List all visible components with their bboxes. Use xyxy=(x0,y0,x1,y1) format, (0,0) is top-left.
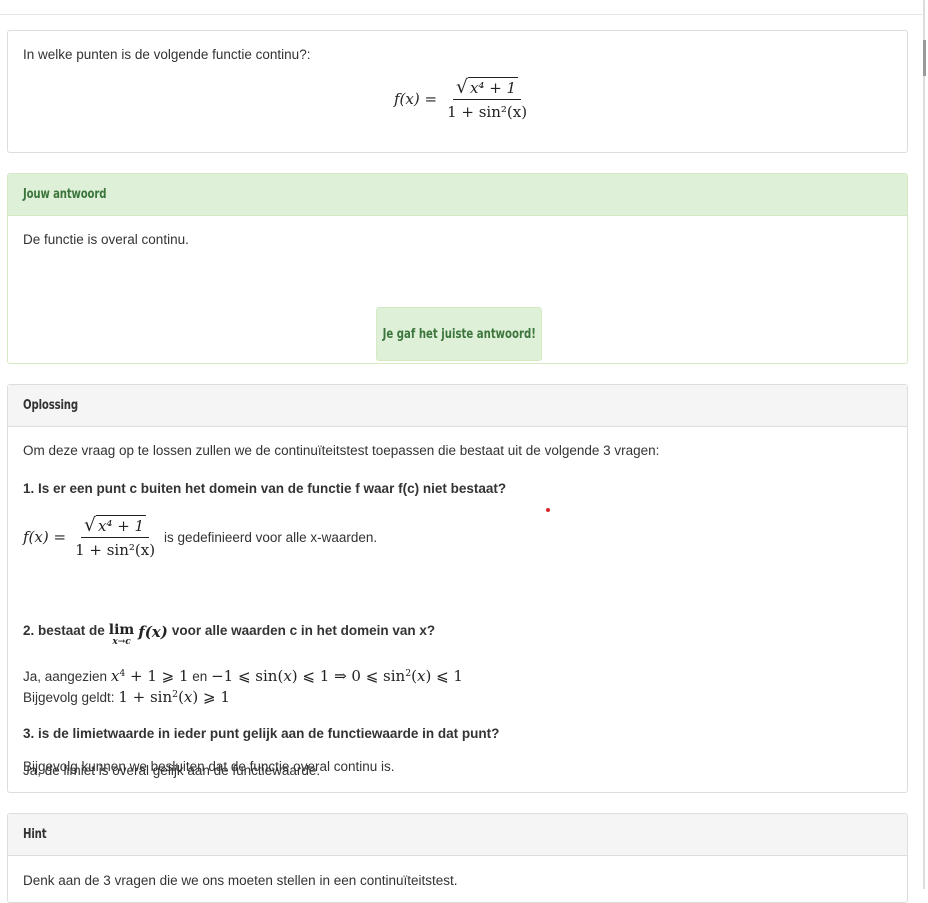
formula-lhs: f(x) = xyxy=(394,90,438,109)
solution-formula-denominator: 1 + sin²(x) xyxy=(75,541,156,560)
solution-question-3: 3. is de limietwaarde in ieder punt geli… xyxy=(23,726,500,741)
solution-question-2: 2. bestaat de lim x→c f(x) voor alle waa… xyxy=(23,622,436,647)
question-panel: In welke punten is de volgende functie c… xyxy=(7,30,908,153)
limit-expression: lim x→c xyxy=(108,622,135,647)
solution-panel-heading: Oplossing xyxy=(8,385,907,427)
answer-panel-heading: Jouw antwoord xyxy=(8,174,907,216)
solution-conclusion: Bijgevolg kunnen we besluiten dat de fun… xyxy=(23,759,395,774)
formula-numerator: x⁴ + 1 xyxy=(467,77,519,97)
hint-panel-heading: Hint xyxy=(8,814,907,856)
hint-text: Denk aan de 3 vragen die we ons moeten s… xyxy=(23,873,458,888)
cursor-dot xyxy=(546,508,550,512)
solution-answer-2-line-2: Bijgevolg geldt: 1 + sin2(x) ⩾ 1 xyxy=(23,688,230,706)
solution-answer-2-line-1: Ja, aangezien x4 + 1 ⩾ 1 en −1 ⩽ sin(x) … xyxy=(23,667,463,685)
question-text: In welke punten is de volgende functie c… xyxy=(23,47,311,62)
question-formula: f(x) = √ x⁴ + 1 1 + sin²(x) xyxy=(394,77,533,121)
window-right-edge xyxy=(923,0,926,889)
scroll-marker xyxy=(923,40,926,76)
solution-intro: Om deze vraag op te lossen zullen we de … xyxy=(23,443,660,458)
formula-fraction: √ x⁴ + 1 1 + sin²(x) xyxy=(444,77,530,121)
solution-question-1: 1. Is er een punt c buiten het domein va… xyxy=(23,481,507,496)
top-bar xyxy=(0,0,922,15)
formula-denominator: 1 + sin²(x) xyxy=(447,103,528,122)
solution-formula-numerator: x⁴ + 1 xyxy=(95,515,147,535)
solution-panel: Oplossing Om deze vraag op te lossen zul… xyxy=(7,384,908,793)
correct-answer-alert: Je gaf het juiste antwoord! xyxy=(376,307,542,361)
solution-answer-1-text: is gedefinieerd voor alle x-waarden. xyxy=(164,529,378,545)
answer-text: De functie is overal continu. xyxy=(23,232,189,247)
hint-panel: Hint Denk aan de 3 vragen die we ons moe… xyxy=(7,813,908,903)
solution-answer-1: f(x) = √ x⁴ + 1 1 + sin²(x) is gedefiniee… xyxy=(23,515,378,560)
answer-panel: Jouw antwoord De functie is overal conti… xyxy=(7,173,908,364)
